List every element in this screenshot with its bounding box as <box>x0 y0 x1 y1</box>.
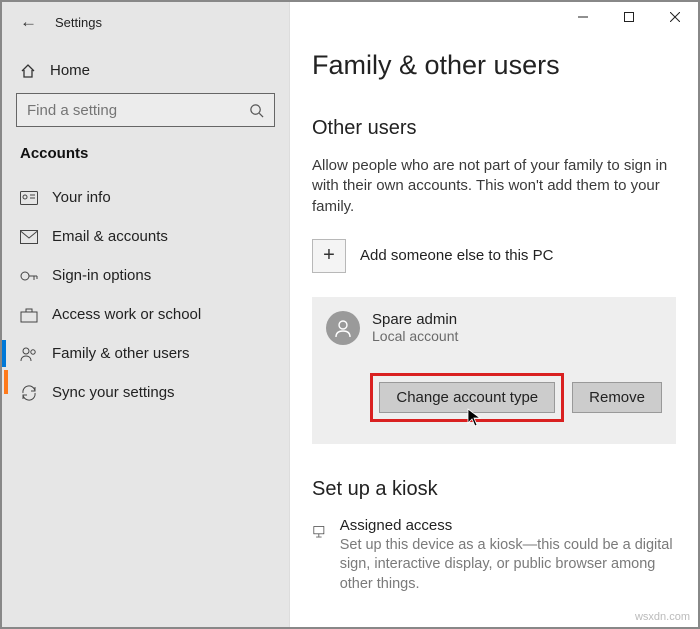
id-card-icon <box>20 191 38 205</box>
user-name: Spare admin <box>372 311 458 328</box>
settings-window: ← Settings Home Accounts <box>0 0 700 629</box>
back-icon[interactable]: ← <box>20 12 37 32</box>
add-user-label: Add someone else to this PC <box>360 247 553 264</box>
minimize-button[interactable] <box>560 2 606 32</box>
kiosk-heading: Set up a kiosk <box>312 478 676 501</box>
sidebar-item-email-accounts[interactable]: Email & accounts <box>16 217 275 256</box>
main-content: Family & other users Other users Allow p… <box>290 2 698 627</box>
other-users-heading: Other users <box>312 117 676 140</box>
category-header: Accounts <box>16 145 275 178</box>
assigned-access-row[interactable]: Assigned access Set up this device as a … <box>312 517 676 595</box>
sidebar-item-label: Family & other users <box>52 345 190 362</box>
key-icon <box>20 268 38 284</box>
change-account-type-button[interactable]: Change account type <box>379 382 555 413</box>
other-users-desc: Allow people who are not part of your fa… <box>312 156 676 217</box>
search-input[interactable] <box>27 102 237 119</box>
maximize-button[interactable] <box>606 2 652 32</box>
highlight-box: Change account type <box>370 373 564 422</box>
nav-home[interactable]: Home <box>16 54 275 93</box>
mail-icon <box>20 230 38 244</box>
sidebar-item-label: Access work or school <box>52 306 201 323</box>
search-icon <box>249 103 264 118</box>
briefcase-icon <box>20 307 38 323</box>
sidebar-item-family-users[interactable]: Family & other users <box>16 334 275 373</box>
watermark: wsxdn.com <box>635 611 690 623</box>
assigned-access-desc: Set up this device as a kiosk—this could… <box>340 536 676 595</box>
sync-icon <box>20 385 38 401</box>
sidebar-item-label: Email & accounts <box>52 228 168 245</box>
assigned-access-title: Assigned access <box>340 517 676 534</box>
remove-button[interactable]: Remove <box>572 382 662 413</box>
search-input-wrap[interactable] <box>16 93 275 127</box>
close-button[interactable] <box>652 2 698 32</box>
user-type: Local account <box>372 328 458 344</box>
sidebar-item-label: Sync your settings <box>52 384 175 401</box>
add-user-row[interactable]: + Add someone else to this PC <box>312 239 676 273</box>
people-icon <box>20 346 38 362</box>
home-icon <box>20 63 36 79</box>
sidebar: Home Accounts Your info Email & accounts… <box>2 2 290 627</box>
titlebar: ← Settings <box>2 2 698 42</box>
page-title: Family & other users <box>312 50 676 81</box>
window-title: Settings <box>55 15 102 30</box>
plus-icon: + <box>312 239 346 273</box>
nav-home-label: Home <box>50 62 90 79</box>
sidebar-item-label: Your info <box>52 189 111 206</box>
avatar-icon <box>326 311 360 345</box>
sidebar-item-signin-options[interactable]: Sign-in options <box>16 256 275 295</box>
window-controls <box>560 2 698 32</box>
user-card[interactable]: Spare admin Local account Change account… <box>312 297 676 444</box>
accent-mark <box>4 370 8 394</box>
sidebar-item-your-info[interactable]: Your info <box>16 178 275 217</box>
sidebar-item-label: Sign-in options <box>52 267 151 284</box>
kiosk-icon <box>312 517 326 547</box>
sidebar-item-work-school[interactable]: Access work or school <box>16 295 275 334</box>
sidebar-item-sync-settings[interactable]: Sync your settings <box>16 373 275 412</box>
